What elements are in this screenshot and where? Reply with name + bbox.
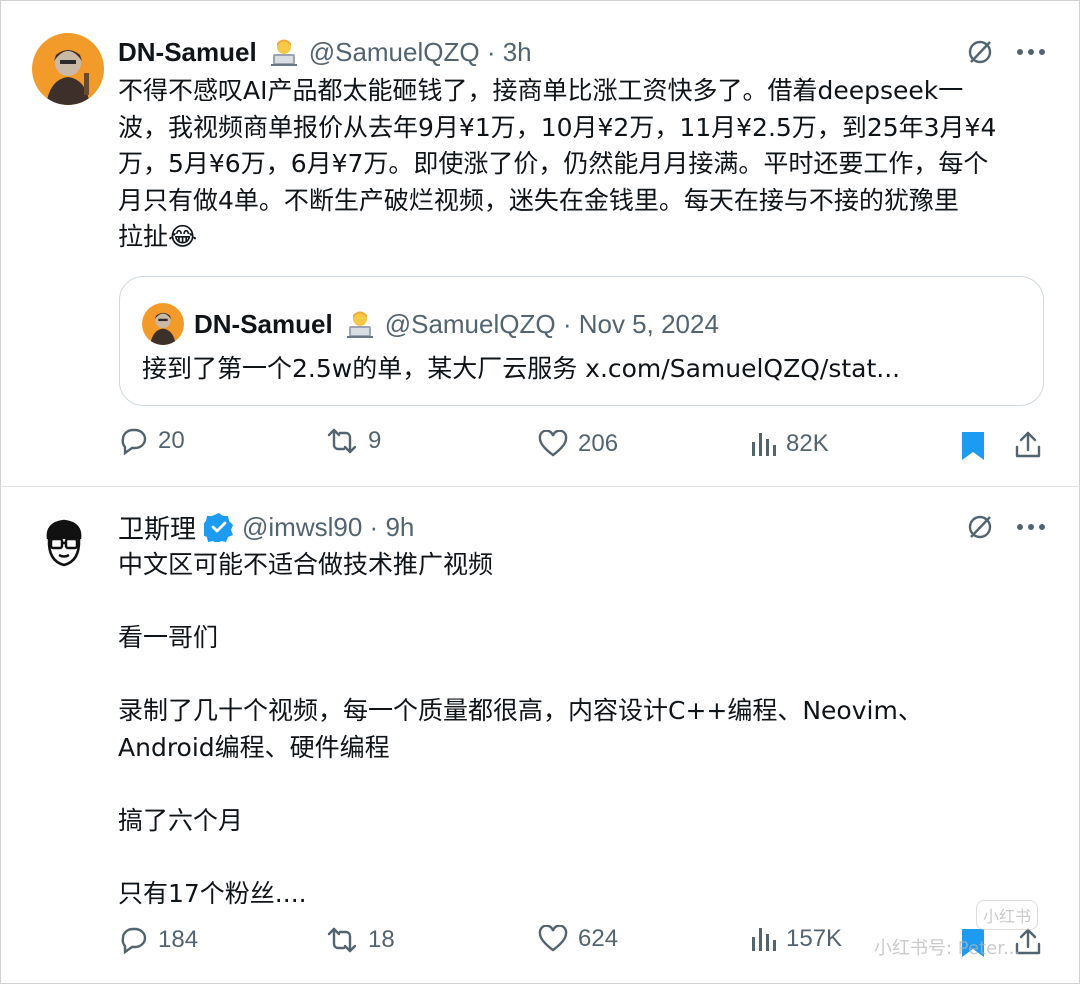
tweet-text: 中文区可能不适合做技术推广视频 看一哥们 录制了几十个视频，每一个质量都很高，内…: [118, 550, 923, 908]
grok-icon[interactable]: [966, 513, 994, 541]
separator-dot: ·: [362, 511, 386, 542]
author-name[interactable]: DN-Samuel: [118, 37, 257, 68]
separator-dot: ·: [555, 308, 579, 339]
tweet-top-actions: [966, 38, 1046, 66]
repost-count: 9: [368, 427, 382, 454]
views-count: 157K: [786, 925, 843, 952]
quoted-tweet-header: DN-Samuel @SamuelQZQ · Nov 5, 2024: [142, 303, 719, 345]
share-icon: [1014, 430, 1042, 460]
heart-icon: [538, 925, 568, 953]
repost-button[interactable]: 9: [326, 426, 381, 456]
author-handle[interactable]: @imwsl90: [242, 512, 362, 543]
views-chart-icon: [750, 430, 776, 458]
reply-icon: [118, 925, 148, 955]
more-options-icon[interactable]: [1016, 48, 1046, 56]
reply-icon: [118, 426, 148, 456]
like-count: 624: [578, 925, 619, 952]
repost-icon: [326, 925, 358, 955]
tweet-header: 卫斯理 @imwsl90 · 9h: [118, 509, 414, 545]
technologist-emoji-icon: [345, 309, 375, 339]
views-chart-icon: [750, 925, 776, 953]
bookmark-filled-icon: [960, 430, 986, 462]
tweet-time[interactable]: 3h: [503, 37, 532, 68]
reply-count: 20: [158, 427, 185, 454]
separator-dot: ·: [479, 36, 503, 67]
watermark-id: 小红书号: Peter...: [874, 938, 1021, 959]
author-name[interactable]: 卫斯理: [118, 509, 196, 546]
share-button[interactable]: [1014, 430, 1042, 460]
tweet-top-actions: [966, 513, 1046, 541]
like-button[interactable]: 206: [538, 430, 618, 458]
quoted-tweet[interactable]: DN-Samuel @SamuelQZQ · Nov 5, 2024 接到了第一…: [119, 276, 1044, 406]
quoted-author-avatar: [142, 303, 184, 345]
repost-button[interactable]: 18: [326, 925, 395, 955]
tweet-time[interactable]: 9h: [385, 512, 414, 543]
tweet-2[interactable]: 卫斯理 @imwsl90 · 9h 中文区可能不适合做技术推广视频 看一哥们 录…: [0, 487, 1080, 984]
tweet-header: DN-Samuel @SamuelQZQ · 3h: [118, 34, 532, 70]
heart-icon: [538, 430, 568, 458]
reply-count: 184: [158, 926, 199, 953]
quoted-tweet-text: 接到了第一个2.5w的单，某大厂云服务 x.com/SamuelQZQ/stat…: [142, 354, 901, 383]
quoted-author-handle: @SamuelQZQ: [384, 308, 556, 339]
quoted-tweet-date: Nov 5, 2024: [578, 308, 719, 339]
bookmark-button[interactable]: [960, 430, 986, 462]
more-options-icon[interactable]: [1016, 523, 1046, 531]
technologist-emoji-icon: [269, 37, 299, 67]
like-count: 206: [578, 430, 619, 457]
views-count: 82K: [786, 430, 829, 457]
tweet-text: 不得不感叹AI产品都太能砸钱了，接商单比涨工资快多了。借着deepseek一 波…: [118, 76, 997, 251]
tweet-action-bar: 20 9 206 82K: [118, 426, 1048, 466]
like-button[interactable]: 624: [538, 925, 618, 953]
views-button[interactable]: 157K: [750, 925, 842, 953]
reply-button[interactable]: 184: [118, 925, 198, 955]
quoted-author-name: DN-Samuel: [194, 308, 333, 339]
verified-badge-icon: [202, 512, 234, 544]
repost-count: 18: [368, 926, 395, 953]
reply-button[interactable]: 20: [118, 426, 185, 456]
tweet-1[interactable]: DN-Samuel @SamuelQZQ · 3h 不得不感叹AI产品都太能砸钱…: [0, 0, 1080, 486]
repost-icon: [326, 426, 358, 456]
grok-icon[interactable]: [966, 38, 994, 66]
author-handle[interactable]: @SamuelQZQ: [309, 37, 480, 68]
watermark-logo: 小红书: [976, 900, 1039, 930]
author-avatar[interactable]: [40, 517, 88, 571]
author-avatar[interactable]: [32, 33, 104, 105]
views-button[interactable]: 82K: [750, 430, 829, 458]
